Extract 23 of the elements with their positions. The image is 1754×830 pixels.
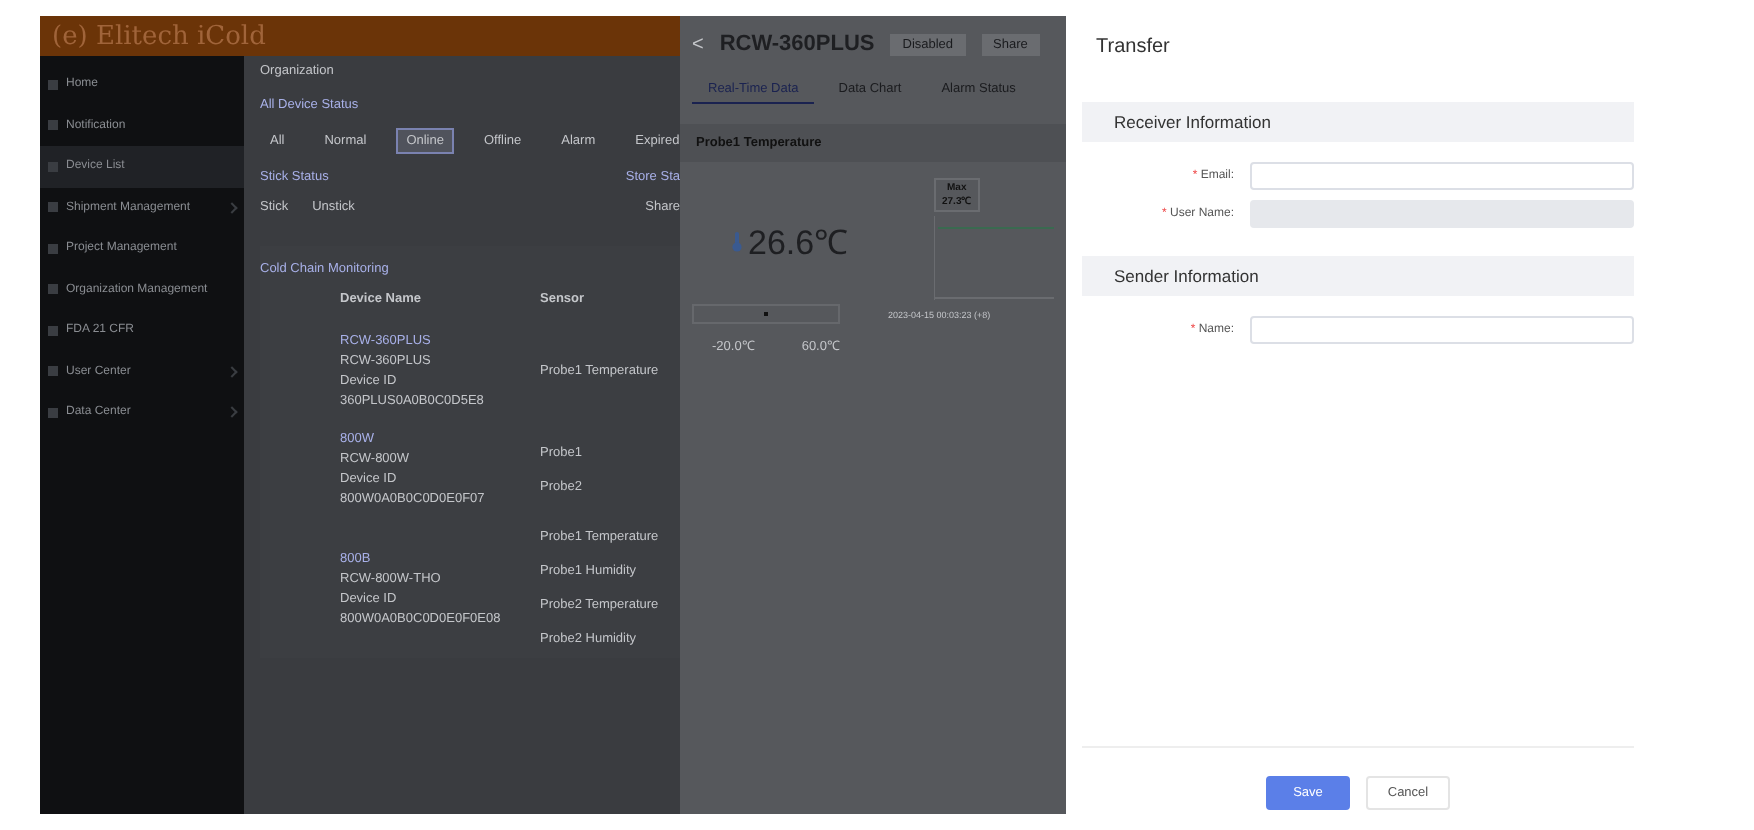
menu-icon xyxy=(48,79,58,90)
input-field[interactable] xyxy=(1250,162,1634,190)
chevron-icon xyxy=(226,201,238,214)
chevron-icon xyxy=(226,365,238,378)
drawer-title: Transfer xyxy=(1096,36,1172,58)
menu-icon xyxy=(48,120,58,131)
range-slider[interactable] xyxy=(692,304,840,324)
chevron-icon xyxy=(226,406,238,419)
thermometer-icon xyxy=(732,231,742,251)
menu-icon xyxy=(48,284,58,295)
menu-icon xyxy=(48,407,58,418)
menu-icon xyxy=(48,366,58,377)
section-header: Receiver Information xyxy=(1082,102,1634,142)
device-title: RCW-360PLUS xyxy=(719,32,875,56)
input-field[interactable] xyxy=(1250,316,1634,344)
menu-icon xyxy=(48,325,58,336)
menu-icon xyxy=(48,202,58,213)
section-header: Sender Information xyxy=(1082,256,1634,296)
sparkline-drawing xyxy=(934,216,1054,300)
menu-icon xyxy=(48,161,58,172)
menu-icon xyxy=(48,243,58,254)
back-button[interactable]: < xyxy=(692,33,704,55)
temperature-reading: 26.6℃ xyxy=(748,222,849,264)
